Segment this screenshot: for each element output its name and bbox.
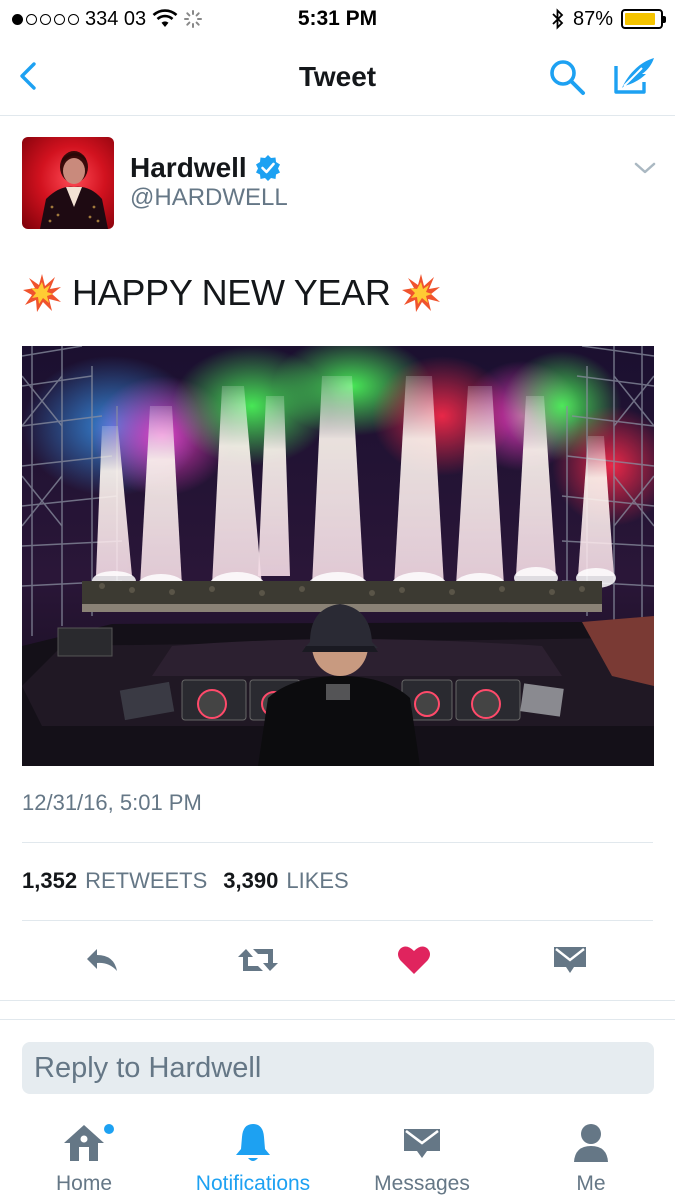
retweet-icon xyxy=(238,949,278,971)
retweet-button[interactable] xyxy=(236,940,280,980)
back-chevron-icon[interactable] xyxy=(12,56,52,96)
signal-strength-icon xyxy=(12,13,79,25)
battery-icon xyxy=(621,9,666,29)
tab-label: Notifications xyxy=(195,1172,311,1195)
carrier-name: 334 03 xyxy=(85,7,147,30)
direct-message-icon xyxy=(554,947,586,973)
section-divider xyxy=(0,1000,675,1020)
retweet-count-label[interactable]: RETWEETS xyxy=(85,868,207,894)
tab-label: Messages xyxy=(374,1172,470,1195)
tab-home[interactable]: Home xyxy=(4,1118,164,1196)
reply-placeholder: Reply to Hardwell xyxy=(34,1051,262,1084)
concert-fireworks-photo xyxy=(22,346,654,766)
envelope-icon-wrap xyxy=(402,1118,442,1168)
person-icon xyxy=(574,1124,608,1162)
tab-messages[interactable]: Messages xyxy=(342,1118,502,1196)
tweet-text: HAPPY NEW YEAR xyxy=(22,272,441,314)
author-name[interactable]: Hardwell xyxy=(130,152,247,184)
home-icon xyxy=(64,1125,104,1161)
bell-icon-wrap xyxy=(233,1118,273,1168)
reply-input[interactable]: Reply to Hardwell xyxy=(22,1042,654,1094)
person-icon-wrap xyxy=(572,1118,610,1168)
bell-icon xyxy=(236,1124,270,1161)
like-count[interactable]: 3,390 xyxy=(223,868,278,894)
tweet-photo[interactable] xyxy=(22,346,654,766)
wifi-icon xyxy=(152,9,178,27)
divider xyxy=(22,842,653,843)
like-heart-icon xyxy=(398,946,430,974)
tab-label: Me xyxy=(576,1172,606,1195)
like-count-label[interactable]: LIKES xyxy=(286,868,348,894)
envelope-icon xyxy=(404,1129,440,1158)
tab-label: Home xyxy=(55,1172,113,1195)
bluetooth-icon xyxy=(552,8,564,30)
status-right-group: 87% xyxy=(551,7,666,31)
divider xyxy=(22,920,653,921)
tweet-text-body: HAPPY NEW YEAR xyxy=(72,272,391,313)
like-button[interactable] xyxy=(392,940,436,980)
tweet-stats: 1,352 RETWEETS 3,390 LIKES xyxy=(22,868,357,894)
search-icon[interactable] xyxy=(546,56,588,98)
page-title: Tweet xyxy=(298,60,377,92)
verified-badge-icon xyxy=(255,155,280,181)
avatar[interactable] xyxy=(22,137,114,229)
avatar-image xyxy=(40,151,108,229)
activity-spinner-icon xyxy=(184,10,203,28)
tweet-timestamp: 12/31/16, 5:01 PM xyxy=(22,790,202,815)
unread-dot xyxy=(104,1124,114,1134)
home-icon-wrap xyxy=(62,1118,114,1168)
reply-button[interactable] xyxy=(80,940,124,980)
chevron-down-icon[interactable] xyxy=(632,158,658,178)
direct-message-button[interactable] xyxy=(548,940,592,980)
retweet-count[interactable]: 1,352 xyxy=(22,868,77,894)
compose-icon[interactable] xyxy=(612,54,658,98)
reply-icon xyxy=(87,949,117,971)
tab-me[interactable]: Me xyxy=(511,1118,671,1196)
carrier-group: 334 03 xyxy=(12,7,203,31)
author-name-row[interactable]: Hardwell xyxy=(130,152,281,184)
battery-percent: 87% xyxy=(572,7,613,30)
status-bar: 334 03 5:31 PM 87% xyxy=(0,0,675,38)
navigation-bar: Tweet xyxy=(0,38,675,116)
collision-emoji-icon xyxy=(23,274,61,312)
tab-notifications[interactable]: Notifications xyxy=(173,1118,333,1196)
battery-level xyxy=(625,13,655,25)
collision-emoji-icon xyxy=(401,274,440,312)
author-handle[interactable]: @HARDWELL xyxy=(130,184,288,212)
